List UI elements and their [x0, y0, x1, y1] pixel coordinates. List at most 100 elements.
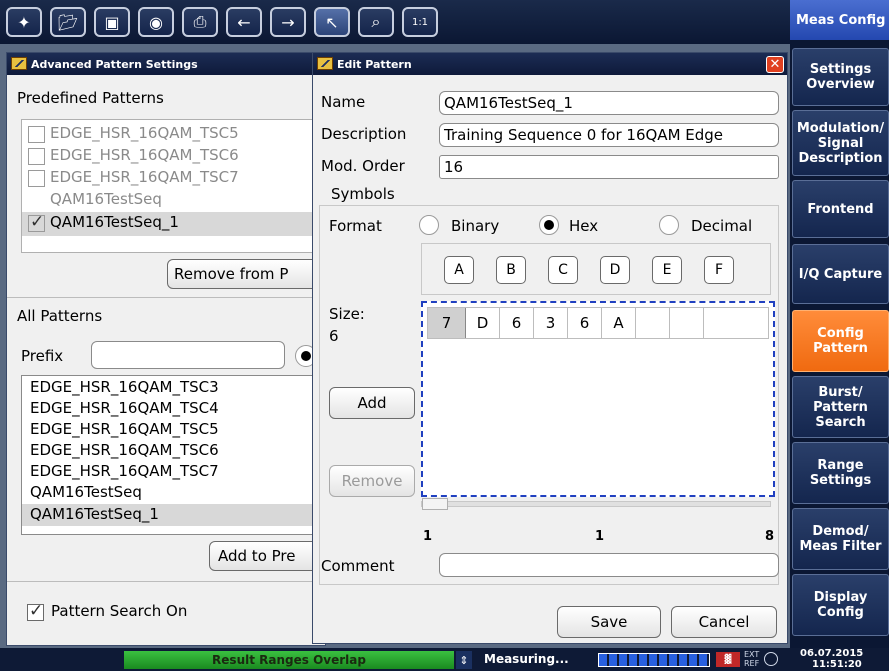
add-to-predefined-button[interactable]: Add to Pre — [209, 541, 327, 571]
softkey-range-settings[interactable]: Range Settings — [792, 442, 889, 504]
comment-input[interactable] — [439, 553, 779, 577]
undo-icon[interactable]: ← — [226, 7, 262, 37]
save-icon[interactable]: ▣ — [94, 7, 130, 37]
format-binary-label[interactable]: Binary — [451, 217, 499, 235]
progress-bar — [598, 653, 710, 667]
all-patterns-list: EDGE_HSR_16QAM_TSC3 EDGE_HSR_16QAM_TSC4 … — [21, 375, 329, 535]
list-item[interactable]: QAM16TestSeq — [30, 483, 142, 501]
softkey-config-pattern[interactable]: Config Pattern — [792, 310, 889, 372]
edit-dialog-titlebar: Edit Pattern — [313, 53, 787, 75]
format-radio-hex[interactable] — [539, 215, 559, 235]
ext-ref-icon — [764, 652, 778, 666]
checkbox[interactable] — [28, 192, 45, 209]
zoom-icon[interactable]: ⌕ — [358, 7, 394, 37]
pointer-icon[interactable]: ↖ — [314, 7, 350, 37]
list-item[interactable]: EDGE_HSR_16QAM_TSC4 — [30, 399, 219, 417]
scrollbar-thumb[interactable] — [422, 498, 448, 510]
remove-from-predefined-button[interactable]: Remove from P — [167, 259, 327, 289]
softkey-label: Frontend — [807, 201, 874, 217]
hex-key-f[interactable]: F — [704, 256, 734, 284]
divider — [7, 297, 327, 298]
symbol-cell[interactable]: 6 — [500, 308, 534, 338]
cancel-button[interactable]: Cancel — [671, 606, 777, 638]
symbol-row: 7 D 6 3 6 A — [427, 307, 769, 339]
hex-key-b[interactable]: B — [496, 256, 526, 284]
symbol-cell[interactable] — [636, 308, 670, 338]
ext-label: EXT — [744, 650, 760, 659]
checkbox[interactable] — [28, 170, 45, 187]
zoom-1to1-label: 1:1 — [411, 16, 429, 28]
divider — [7, 581, 327, 582]
description-input[interactable]: Training Sequence 0 for 16QAM Edge — [439, 123, 779, 147]
softkey-settings-overview[interactable]: Settings Overview — [792, 48, 889, 106]
list-item[interactable]: EDGE_HSR_16QAM_TSC3 — [30, 378, 219, 396]
advanced-dialog-title: Advanced Pattern Settings — [31, 57, 198, 71]
list-item[interactable]: QAM16TestSeq_1 — [30, 505, 159, 523]
softkey-label: I/Q Capture — [798, 266, 883, 282]
softkey-burst-pattern-search[interactable]: Burst/ Pattern Search — [792, 376, 889, 438]
checkbox[interactable] — [28, 126, 45, 143]
softkey-demod-meas-filter[interactable]: Demod/ Meas Filter — [792, 508, 889, 570]
list-item[interactable]: EDGE_HSR_16QAM_TSC7 — [50, 168, 239, 186]
softkey-display-config[interactable]: Display Config — [792, 574, 889, 636]
hex-key-d[interactable]: D — [600, 256, 630, 284]
softkey-panel: Meas Config Settings Overview Modulation… — [790, 0, 889, 648]
hardware-status-icon: ▓ — [716, 652, 740, 667]
softkey-modulation[interactable]: Modulation/ Signal Description — [792, 110, 889, 176]
format-hex-label[interactable]: Hex — [569, 217, 598, 235]
modorder-input[interactable]: 16 — [439, 155, 779, 179]
checkbox[interactable] — [28, 148, 45, 165]
print-icon[interactable]: ⎙ — [182, 7, 218, 37]
ref-label: REF — [744, 659, 760, 668]
advanced-pattern-dialog: Advanced Pattern Settings Predefined Pat… — [6, 52, 329, 646]
softkey-label: Config Pattern — [813, 326, 868, 356]
hex-key-a[interactable]: A — [444, 256, 474, 284]
edit-pattern-dialog: Edit Pattern ✕ Name QAM16TestSeq_1 Descr… — [312, 52, 788, 644]
list-item[interactable]: EDGE_HSR_16QAM_TSC5 — [50, 124, 239, 142]
advanced-dialog-titlebar: Advanced Pattern Settings — [7, 53, 325, 75]
app-logo-icon — [317, 57, 333, 70]
symbol-cell[interactable] — [670, 308, 704, 338]
add-symbol-button[interactable]: Add — [329, 387, 415, 419]
softkey-iq-capture[interactable]: I/Q Capture — [792, 244, 889, 304]
name-input[interactable]: QAM16TestSeq_1 — [439, 91, 779, 115]
pattern-search-label: Pattern Search On — [51, 602, 188, 620]
list-item[interactable]: QAM16TestSeq_1 — [50, 213, 179, 231]
symbol-cell[interactable]: A — [602, 308, 636, 338]
symbol-cell[interactable]: 7 — [428, 308, 466, 338]
toolbar: ✦ 📂︎ ▣ ◉ ⎙ ← → ↖ ⌕ 1:1 — [0, 0, 790, 44]
modorder-label: Mod. Order — [321, 157, 405, 175]
list-item[interactable]: EDGE_HSR_16QAM_TSC6 — [30, 441, 219, 459]
list-item[interactable]: QAM16TestSeq — [50, 190, 162, 208]
close-icon[interactable]: ✕ — [766, 56, 784, 73]
softkey-label: Burst/ Pattern Search — [813, 384, 868, 430]
save-button[interactable]: Save — [557, 606, 661, 638]
scroll-updown-icon[interactable]: ⇕ — [456, 651, 472, 669]
preset-icon[interactable]: ✦ — [6, 7, 42, 37]
softkey-frontend[interactable]: Frontend — [792, 180, 889, 238]
scale-right: 8 — [765, 529, 775, 544]
list-item[interactable]: EDGE_HSR_16QAM_TSC6 — [50, 146, 239, 164]
format-radio-decimal[interactable] — [659, 215, 679, 235]
remove-symbol-button[interactable]: Remove — [329, 465, 415, 497]
prefix-input[interactable] — [91, 341, 285, 369]
predefined-list: EDGE_HSR_16QAM_TSC5 EDGE_HSR_16QAM_TSC6 … — [21, 119, 329, 253]
list-item[interactable]: EDGE_HSR_16QAM_TSC7 — [30, 462, 219, 480]
zoom-1to1-icon[interactable]: 1:1 — [402, 7, 438, 37]
hex-key-e[interactable]: E — [652, 256, 682, 284]
symbol-table[interactable]: 7 D 6 3 6 A — [421, 301, 775, 497]
screenshot-icon[interactable]: ◉ — [138, 7, 174, 37]
checkbox[interactable] — [28, 212, 45, 232]
format-decimal-label[interactable]: Decimal — [691, 217, 752, 235]
status-date: 06.07.2015 — [800, 648, 864, 659]
pattern-search-checkbox[interactable] — [27, 601, 44, 621]
redo-icon[interactable]: → — [270, 7, 306, 37]
open-icon[interactable]: 📂︎ — [50, 7, 86, 37]
symbol-cell[interactable]: 3 — [534, 308, 568, 338]
list-item[interactable]: EDGE_HSR_16QAM_TSC5 — [30, 420, 219, 438]
symbol-scrollbar[interactable] — [421, 498, 771, 510]
symbol-cell[interactable]: D — [466, 308, 500, 338]
symbol-cell[interactable]: 6 — [568, 308, 602, 338]
hex-key-c[interactable]: C — [548, 256, 578, 284]
format-radio-binary[interactable] — [419, 215, 439, 235]
